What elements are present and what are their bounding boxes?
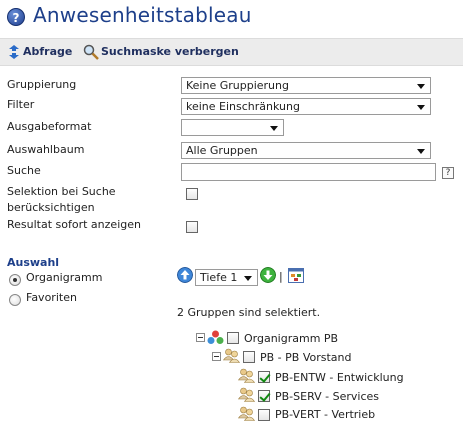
- tree-item-organigramm[interactable]: Organigramm PB: [244, 332, 338, 345]
- filter-select-value: keine Einschränkung: [186, 100, 300, 113]
- arrow-up-icon[interactable]: [177, 267, 193, 283]
- tree-item-serv[interactable]: PB-SERV - Services: [275, 390, 379, 403]
- output-format-label: Ausgabeformat: [7, 120, 92, 133]
- chevron-down-icon: [417, 84, 425, 89]
- tree-label: Auswahlbaum: [7, 143, 85, 156]
- page-title: Anwesenheitstableau: [33, 3, 252, 27]
- search-label: Suche: [7, 164, 41, 177]
- instant-result-label: Resultat sofort anzeigen: [7, 218, 141, 231]
- collapse-icon[interactable]: [212, 352, 221, 361]
- help-icon[interactable]: ?: [7, 8, 25, 26]
- org-root-icon: [207, 330, 224, 344]
- depth-select[interactable]: Tiefe 1: [195, 269, 258, 286]
- instant-result-checkbox[interactable]: [186, 221, 198, 233]
- depth-select-value: Tiefe 1: [200, 271, 238, 284]
- tree-checkbox-entw[interactable]: [258, 371, 270, 383]
- query-button[interactable]: Abfrage: [23, 45, 72, 58]
- arrow-down-icon[interactable]: [260, 267, 276, 283]
- grouping-select[interactable]: Keine Gruppierung: [181, 77, 431, 94]
- radio-favoriten[interactable]: [9, 294, 21, 306]
- selection-label-line2: berücksichtigen: [7, 201, 95, 214]
- group-users-icon: [223, 348, 240, 363]
- tree-item-vert[interactable]: PB-VERT - Vertrieb: [275, 408, 375, 421]
- toggle-search-button[interactable]: Suchmaske verbergen: [101, 45, 239, 58]
- chevron-down-icon: [417, 105, 425, 110]
- output-format-select[interactable]: [181, 119, 284, 136]
- tree-select-value: Alle Gruppen: [186, 144, 258, 157]
- search-help-icon[interactable]: ?: [442, 167, 454, 179]
- tree-checkbox-root[interactable]: [227, 332, 239, 344]
- selection-checkbox[interactable]: [186, 188, 198, 200]
- grouping-select-value: Keine Gruppierung: [186, 79, 289, 92]
- magnifier-icon[interactable]: [83, 44, 99, 60]
- tree-item-entw[interactable]: PB-ENTW - Entwicklung: [275, 371, 404, 384]
- tree-checkbox-vert[interactable]: [258, 409, 270, 421]
- filter-label: Filter: [7, 98, 35, 111]
- refresh-icon[interactable]: [6, 44, 22, 60]
- radio-organigramm[interactable]: [9, 274, 21, 286]
- toolbar-separator: |: [279, 270, 283, 283]
- radio-organigramm-label: Organigramm: [26, 271, 103, 284]
- selection-status: 2 Gruppen sind selektiert.: [177, 306, 321, 319]
- group-users-icon: [238, 387, 255, 402]
- tree-checkbox-serv[interactable]: [258, 390, 270, 402]
- filter-select[interactable]: keine Einschränkung: [181, 98, 431, 115]
- chevron-down-icon: [270, 126, 278, 131]
- grouping-label: Gruppierung: [7, 78, 77, 91]
- tree-item-vorstand[interactable]: PB - PB Vorstand: [260, 351, 351, 364]
- chevron-down-icon: [244, 276, 252, 281]
- search-input[interactable]: [181, 163, 436, 181]
- group-users-icon: [238, 368, 255, 383]
- tree-checkbox-vorstand[interactable]: [243, 351, 255, 363]
- tree-select[interactable]: Alle Gruppen: [181, 142, 431, 159]
- selection-section-title: Auswahl: [7, 256, 60, 269]
- selection-label: Selektion bei Suche: [7, 185, 116, 198]
- group-users-icon: [238, 406, 255, 421]
- collapse-icon[interactable]: [196, 333, 205, 342]
- chevron-down-icon: [417, 149, 425, 154]
- radio-favoriten-label: Favoriten: [26, 291, 77, 304]
- org-chart-icon[interactable]: [288, 268, 304, 283]
